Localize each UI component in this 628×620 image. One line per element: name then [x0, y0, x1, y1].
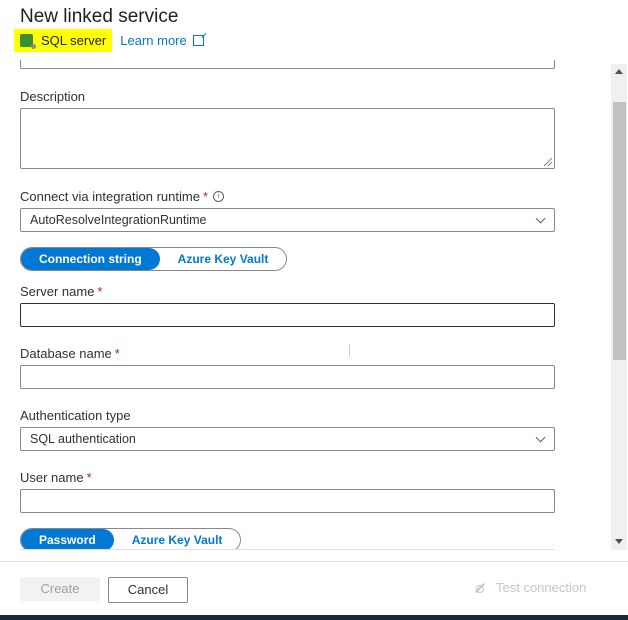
database-name-input[interactable]	[20, 365, 555, 389]
connector-name: SQL server	[41, 33, 107, 48]
required-marker: *	[86, 470, 92, 485]
cancel-button[interactable]: Cancel	[108, 577, 188, 603]
toggle-password[interactable]: Password	[21, 529, 114, 550]
learn-more-label: Learn more	[120, 33, 187, 48]
sql-server-icon	[20, 34, 36, 49]
authentication-type-label: Authentication type	[20, 408, 131, 423]
description-textarea[interactable]	[20, 108, 555, 169]
text-cursor-icon	[349, 344, 355, 357]
test-connection-label: Test connection	[496, 580, 587, 595]
learn-more-link[interactable]: Learn more	[120, 33, 204, 48]
integration-runtime-label: Connect via integration runtime * i	[20, 189, 224, 204]
required-marker: *	[202, 189, 208, 204]
plug-icon	[474, 582, 486, 594]
section-divider	[20, 549, 555, 550]
integration-runtime-label-text: Connect via integration runtime	[20, 189, 200, 204]
user-name-label-text: User name	[20, 470, 84, 485]
form-scroll-area: Description Connect via integration runt…	[0, 60, 610, 550]
toggle-connection-string[interactable]: Connection string	[21, 248, 160, 270]
database-name-label: Database name *	[20, 346, 120, 361]
database-name-label-text: Database name	[20, 346, 112, 361]
test-connection-button[interactable]: Test connection	[474, 580, 586, 595]
server-name-input[interactable]	[20, 303, 555, 327]
vertical-scrollbar[interactable]	[611, 64, 627, 550]
server-name-label: Server name *	[20, 284, 102, 299]
info-icon[interactable]: i	[213, 191, 224, 202]
chevron-down-icon	[535, 432, 546, 443]
integration-runtime-select[interactable]: AutoResolveIntegrationRuntime	[20, 208, 555, 232]
toggle-password-azure-key-vault[interactable]: Azure Key Vault	[114, 529, 241, 550]
user-name-input[interactable]	[20, 489, 555, 513]
description-label: Description	[20, 89, 86, 104]
name-input[interactable]	[20, 60, 555, 69]
scroll-down-icon[interactable]	[615, 539, 623, 544]
toggle-azure-key-vault[interactable]: Azure Key Vault	[160, 248, 287, 270]
create-button[interactable]: Create	[20, 577, 100, 601]
authentication-type-select[interactable]: SQL authentication	[20, 427, 555, 451]
connection-type-toggle[interactable]: Connection string Azure Key Vault	[20, 247, 288, 271]
resize-handle-icon[interactable]	[544, 158, 552, 166]
connector-highlight: SQL server	[14, 29, 113, 52]
footer-divider	[0, 561, 628, 562]
taskbar	[0, 615, 628, 620]
page-title: New linked service	[20, 6, 179, 27]
scrollbar-thumb[interactable]	[613, 102, 626, 360]
authentication-type-value: SQL authentication	[30, 432, 136, 446]
external-link-icon	[192, 35, 204, 46]
scroll-up-icon[interactable]	[615, 69, 623, 74]
server-name-label-text: Server name	[20, 284, 95, 299]
connector-header: SQL server Learn more	[14, 29, 204, 52]
required-marker: *	[114, 346, 120, 361]
user-name-label: User name *	[20, 470, 92, 485]
integration-runtime-value: AutoResolveIntegrationRuntime	[30, 213, 207, 227]
required-marker: *	[97, 284, 103, 299]
password-type-toggle[interactable]: Password Azure Key Vault	[20, 528, 242, 550]
chevron-down-icon	[535, 213, 546, 224]
